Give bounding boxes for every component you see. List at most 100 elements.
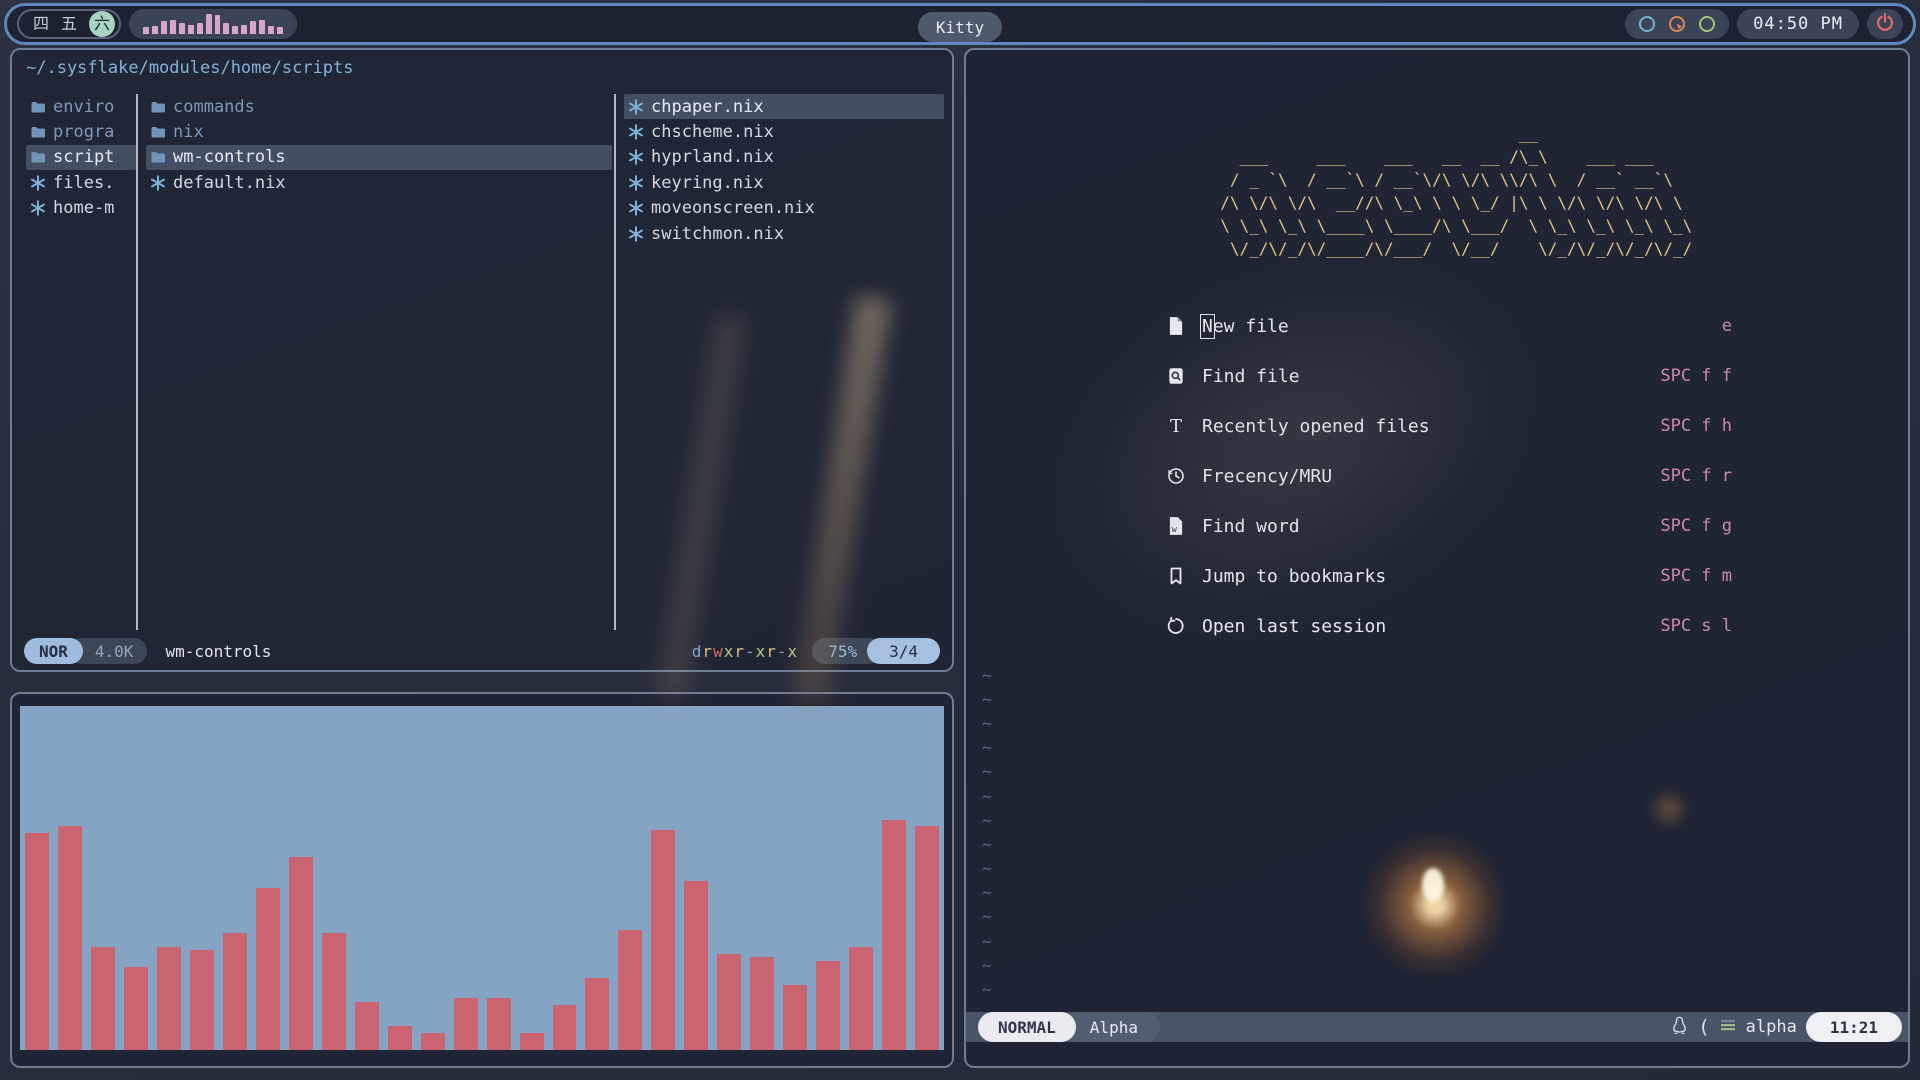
tray-circle-icon[interactable] (1697, 14, 1717, 34)
nix-snowflake-icon (30, 200, 46, 216)
power-button[interactable] (1867, 9, 1903, 39)
permission-char: r (734, 642, 745, 661)
permission-char: - (745, 642, 756, 661)
chart-bar (223, 933, 247, 1050)
file-row[interactable]: chscheme.nix (624, 119, 944, 144)
file-row[interactable]: home-m (26, 196, 136, 221)
permission-char: d (692, 642, 703, 661)
file-name-label: files. (53, 173, 114, 193)
menu-item-shortcut: SPC f r (1660, 466, 1732, 486)
file-row[interactable]: hyprland.nix (624, 145, 944, 170)
file-row[interactable]: keyring.nix (624, 170, 944, 195)
nix-snowflake-icon (628, 124, 644, 140)
fileformat-label: ( (1698, 1016, 1709, 1038)
folder-icon (150, 149, 166, 165)
menu-item-label: Frecency/MRU (1202, 466, 1332, 487)
chart-bar (355, 1002, 379, 1050)
empty-line-tilde: ~ (982, 784, 992, 808)
file-row[interactable]: switchmon.nix (624, 221, 944, 246)
empty-line-tilde: ~ (982, 711, 992, 735)
dashboard-menu-item[interactable]: TRecently opened filesSPC f h (1164, 401, 1732, 451)
chart-bar (750, 957, 774, 1050)
permissions-label: drwxr-xr-x (692, 642, 798, 661)
nix-snowflake-icon (150, 175, 166, 191)
empty-buffer-tildes: ~~~~~~~~~~~~~~ (982, 663, 992, 1002)
chart-bar (124, 967, 148, 1050)
file-name-label: switchmon.nix (651, 224, 784, 244)
mini-histogram-bar (277, 27, 283, 34)
power-icon (1875, 12, 1895, 36)
chart-bar (487, 998, 511, 1050)
chart-bar (91, 947, 115, 1050)
file-row[interactable]: progra (26, 119, 136, 144)
empty-line-tilde: ~ (982, 663, 992, 687)
current-directory-column: commandsnix wm-controls default.nix (146, 94, 612, 196)
permission-char: x (788, 642, 799, 661)
clock-label: 04:50 PM (1753, 14, 1843, 34)
file-name-label: wm-controls (173, 147, 286, 167)
tray-circle-icon[interactable] (1667, 14, 1687, 34)
folder-icon (150, 99, 166, 115)
empty-line-tilde: ~ (982, 857, 992, 881)
top-bar-left: 四五六 (17, 9, 297, 39)
menu-item-label: Find file (1202, 366, 1300, 387)
file-row[interactable]: wm-controls (146, 145, 612, 170)
chart-bar (421, 1033, 445, 1050)
file-name-label: chscheme.nix (651, 122, 774, 142)
file-name-label: enviro (53, 97, 114, 117)
file-name-label: hyprland.nix (651, 147, 774, 167)
nix-snowflake-icon (628, 175, 644, 191)
tray-indicators (1625, 9, 1729, 39)
vim-mode-badge: NORMAL (978, 1012, 1076, 1042)
workspace-button-2[interactable]: 五 (61, 16, 77, 32)
empty-line-tilde: ~ (982, 808, 992, 832)
top-bar: 四五六 Kitty 04:50 PM (4, 3, 1916, 45)
breadcrumb: ~/.sysflake/modules/home/scripts (26, 58, 354, 78)
mini-histogram-bar (161, 21, 167, 34)
parent-directory-column: enviro progra script files. home-m (26, 94, 136, 221)
empty-line-tilde: ~ (982, 832, 992, 856)
menu-item-shortcut: SPC f h (1660, 416, 1732, 436)
chart-bar (717, 954, 741, 1050)
file-name-label: progra (53, 122, 114, 142)
file-row[interactable]: enviro (26, 94, 136, 119)
empty-line-tilde: ~ (982, 760, 992, 784)
folder-icon (30, 149, 46, 165)
dashboard-menu-item[interactable]: Jump to bookmarksSPC f m (1164, 551, 1732, 601)
menu-item-shortcut: SPC s l (1660, 616, 1732, 636)
dashboard-menu-item[interactable]: Find file SPC f f (1164, 351, 1732, 401)
dashboard-menu-item[interactable]: Frecency/MRU SPC f r (1164, 451, 1732, 501)
dashboard-menu-item[interactable]: New filee (1164, 301, 1732, 351)
file-row[interactable]: default.nix (146, 170, 612, 195)
cursor-position-badge: 3/4 (867, 638, 940, 664)
file-row[interactable]: moveonscreen.nix (624, 196, 944, 221)
file-row[interactable]: files. (26, 170, 136, 195)
file-row[interactable]: commands (146, 94, 612, 119)
file-row[interactable]: nix (146, 119, 612, 144)
mode-badge: NOR (24, 638, 83, 664)
permission-char: x (724, 642, 735, 661)
workspace-button-1[interactable]: 四 (33, 16, 49, 32)
column-divider (136, 94, 138, 630)
menu-item-shortcut: SPC f m (1660, 566, 1732, 586)
permission-char: r (702, 642, 713, 661)
dashboard-menu-item[interactable]: Open last sessionSPC s l (1164, 601, 1732, 651)
find-file-icon (1164, 366, 1188, 386)
file-row[interactable]: script (26, 145, 136, 170)
dashboard-menu: New filee Find file SPC f f TRecently opene… (1164, 301, 1732, 651)
tray-circle-icon[interactable] (1637, 14, 1657, 34)
neovim-window: __ ___ ___ ___ __ __ /\_\ ___ ___ / _ `\… (964, 48, 1910, 1068)
chart-bar (783, 985, 807, 1050)
chart-bar (882, 820, 906, 1050)
neovim-statusline: NORMAL Alpha ( alpha 11:21 (966, 1012, 1908, 1042)
folder-icon (150, 124, 166, 140)
mini-histogram-bar (179, 23, 185, 34)
new-file-icon (1164, 316, 1188, 336)
file-row[interactable]: chpaper.nix (624, 94, 944, 119)
mini-histogram-bar (143, 27, 149, 34)
top-bar-right: 04:50 PM (1625, 9, 1903, 39)
menu-item-shortcut: SPC f f (1660, 366, 1732, 386)
dashboard-menu-item[interactable]: wFind wordSPC f g (1164, 501, 1732, 551)
selected-file-name: wm-controls (165, 642, 271, 661)
workspace-button-3[interactable]: 六 (89, 11, 115, 37)
